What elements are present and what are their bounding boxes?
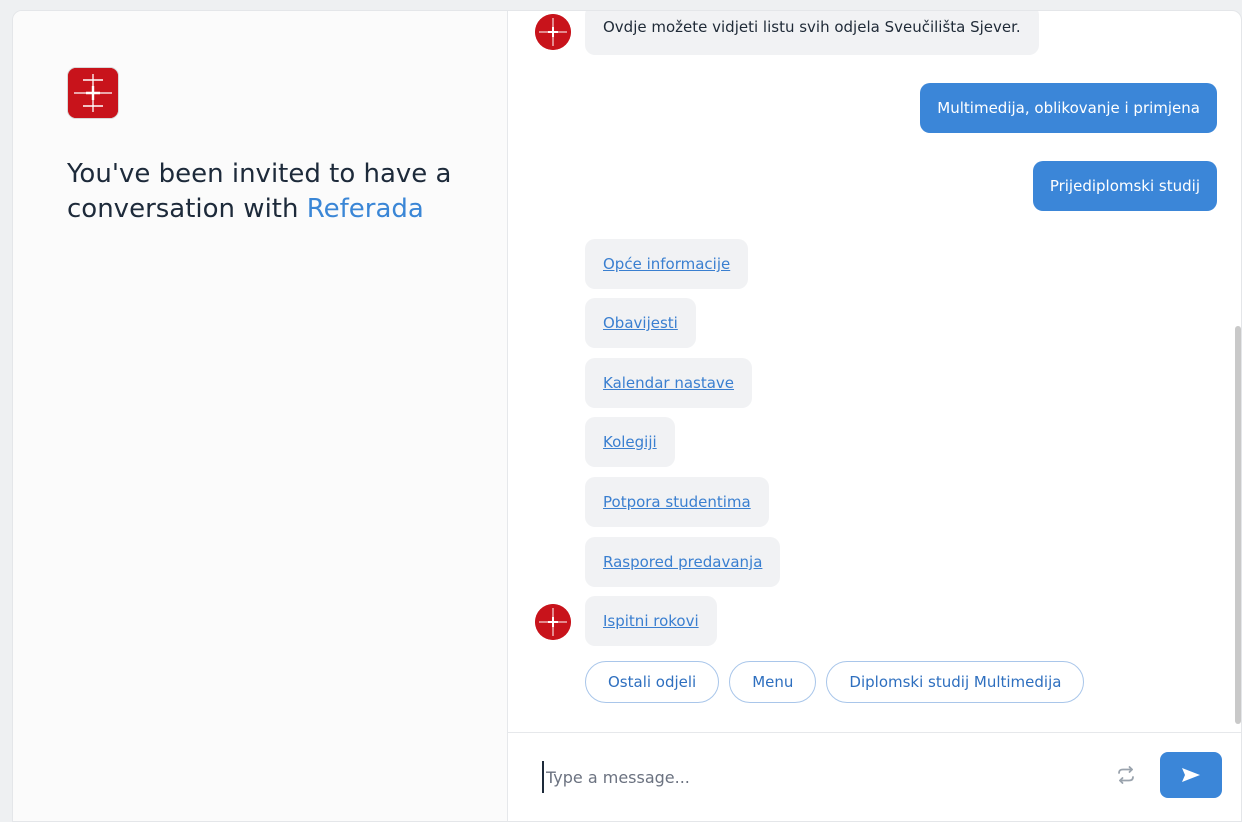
quick-reply-ostali-odjeli[interactable]: Ostali odjeli: [585, 661, 720, 703]
message-list[interactable]: Ovdje možete vidjeti listu svih odjela S…: [508, 11, 1241, 732]
message-composer: [508, 732, 1241, 821]
link-ispitni-rokovi[interactable]: Ispitni rokovi: [603, 612, 699, 630]
send-icon: [1182, 768, 1200, 782]
bot-avatar: [535, 14, 571, 50]
user-message: Prijediplomski studij: [1032, 161, 1217, 211]
bot-link-bubble: Raspored predavanja: [585, 537, 781, 587]
scrollbar[interactable]: [1235, 326, 1241, 724]
bot-message: Ovdje možete vidjeti listu svih odjela S…: [585, 11, 1039, 55]
send-button[interactable]: [1160, 752, 1222, 798]
chat-panel: Ovdje možete vidjeti listu svih odjela S…: [508, 11, 1241, 821]
link-obavijesti[interactable]: Obavijesti: [603, 314, 678, 332]
quick-reply-menu[interactable]: Menu: [729, 661, 817, 703]
quick-replies: Ostali odjeli Menu Diplomski studij Mult…: [585, 661, 1085, 703]
refresh-icon[interactable]: [1114, 763, 1138, 787]
bot-link-bubble: Obavijesti: [585, 298, 696, 348]
link-potpora-studentima[interactable]: Potpora studentima: [603, 493, 751, 511]
bot-link-bubble: Potpora studentima: [585, 477, 769, 527]
link-kalendar-nastave[interactable]: Kalendar nastave: [603, 374, 734, 392]
link-opce-informacije[interactable]: Opće informacije: [603, 255, 730, 273]
referada-logo: [67, 67, 119, 119]
chat-window: You've been invited to have a conversati…: [12, 10, 1242, 822]
quick-reply-diplomski-studij[interactable]: Diplomski studij Multimedija: [826, 661, 1085, 703]
message-input[interactable]: [542, 761, 1108, 793]
bot-link-bubble: Opće informacije: [585, 239, 749, 289]
bot-avatar: [535, 604, 571, 640]
invite-message: You've been invited to have a conversati…: [67, 157, 487, 227]
bot-link-bubble: Kolegiji: [585, 417, 675, 467]
bot-link-bubble: Ispitni rokovi: [585, 596, 717, 646]
link-kolegiji[interactable]: Kolegiji: [603, 433, 657, 451]
user-message: Multimedija, oblikovanje i primjena: [920, 83, 1217, 133]
bot-link-bubble: Kalendar nastave: [585, 358, 753, 408]
bot-name: Referada: [306, 194, 424, 224]
sidebar: You've been invited to have a conversati…: [13, 11, 508, 821]
link-raspored-predavanja[interactable]: Raspored predavanja: [603, 553, 762, 571]
